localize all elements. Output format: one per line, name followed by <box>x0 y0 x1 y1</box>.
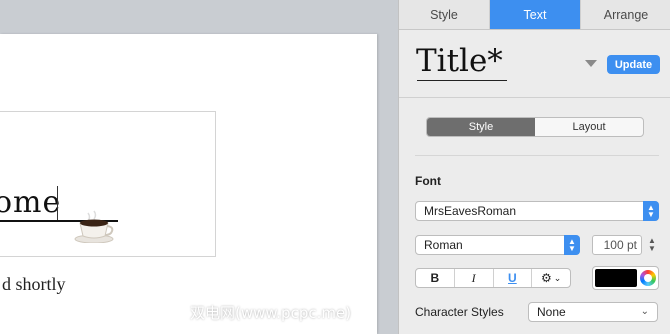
document-canvas[interactable]: ome d shortly <box>0 0 398 334</box>
text-color-well[interactable] <box>592 266 659 290</box>
divider <box>415 155 659 156</box>
typeface-value: Roman <box>424 238 463 252</box>
italic-button[interactable]: I <box>455 269 494 287</box>
update-style-button[interactable]: Update <box>607 55 660 74</box>
text-color-swatch[interactable] <box>595 269 637 287</box>
subtab-style[interactable]: Style <box>427 118 535 136</box>
text-format-buttons: B I U ⚙ ⌄ <box>415 268 571 288</box>
tab-style[interactable]: Style <box>399 0 490 29</box>
chevron-down-icon: ⌄ <box>640 306 649 317</box>
advanced-options-button[interactable]: ⚙ ⌄ <box>532 269 570 287</box>
paragraph-style-name[interactable]: Title* <box>416 42 503 80</box>
font-family-value: MrsEavesRoman <box>424 204 517 218</box>
watermark-text: 双电网(www.pcpc.me) <box>190 304 352 322</box>
bold-button[interactable]: B <box>416 269 455 287</box>
subtab-layout[interactable]: Layout <box>535 118 643 136</box>
tab-arrange[interactable]: Arrange <box>581 0 670 29</box>
font-size-field[interactable]: 100 pt <box>592 235 642 255</box>
typeface-chevron-icon: ▲ ▼ <box>564 235 580 255</box>
font-family-chevron-icon: ▲ ▼ <box>643 201 659 221</box>
style-dropdown-arrow-icon[interactable] <box>585 60 597 67</box>
color-wheel-icon[interactable] <box>640 270 656 286</box>
font-size-stepper[interactable]: ▲ ▼ <box>647 235 657 255</box>
format-inspector: Style Text Arrange Title* Update Style L… <box>398 0 670 334</box>
character-styles-select[interactable]: None ⌄ <box>528 302 658 322</box>
style-layout-segmented-control: Style Layout <box>426 117 644 137</box>
paragraph-style-header[interactable]: Title* Update <box>399 30 670 98</box>
chevron-down-icon: ⌄ <box>553 272 562 283</box>
character-styles-value: None <box>537 305 566 319</box>
typeface-select[interactable]: Roman ▲ ▼ <box>415 235 580 255</box>
style-preview-underline <box>417 80 507 81</box>
underline-button[interactable]: U <box>494 269 533 287</box>
document-body-text[interactable]: d shortly <box>2 274 66 295</box>
tab-text[interactable]: Text <box>490 0 581 29</box>
character-styles-label: Character Styles <box>415 305 504 319</box>
text-cursor <box>57 186 58 220</box>
font-family-select[interactable]: MrsEavesRoman ▲ ▼ <box>415 201 659 221</box>
font-section-label: Font <box>415 174 441 188</box>
coffee-cup-icon <box>74 209 120 248</box>
app-window: ome d shortly Style Text Arrange Title* … <box>0 0 670 334</box>
document-title-text[interactable]: ome <box>0 186 61 220</box>
inspector-tabs: Style Text Arrange <box>399 0 670 30</box>
gear-icon: ⚙ <box>540 271 552 285</box>
